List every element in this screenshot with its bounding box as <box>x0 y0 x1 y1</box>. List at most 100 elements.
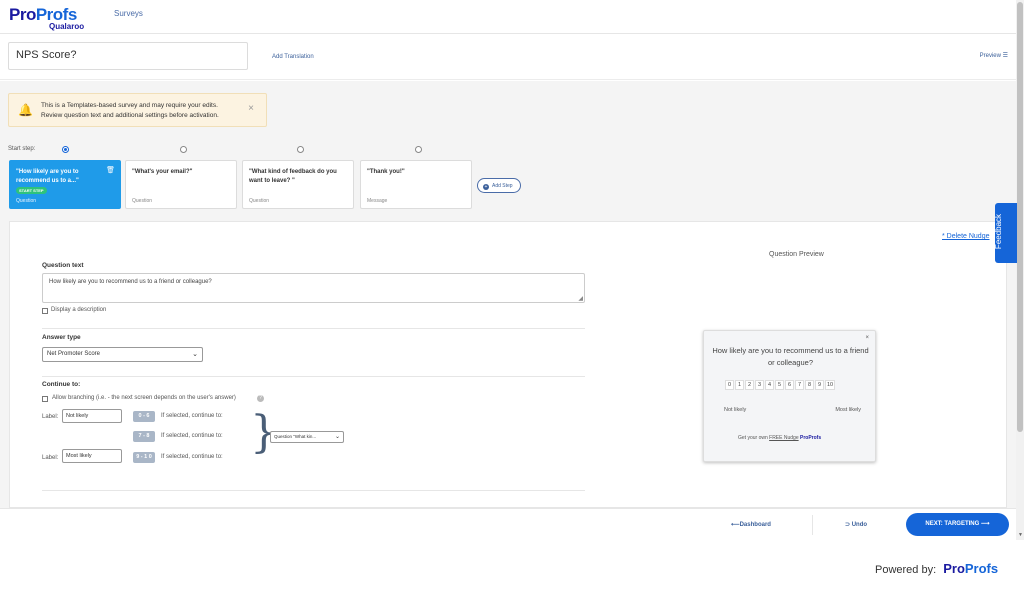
continue-to-label: Continue to: <box>42 381 81 388</box>
step-card-3[interactable]: "What kind of feedback do you want to le… <box>242 160 354 209</box>
bell-icon: 🔔 <box>18 103 33 117</box>
nps-option[interactable]: 3 <box>755 380 764 390</box>
divider <box>42 490 585 491</box>
step-card-1[interactable]: "How likely are you to recommend us to a… <box>9 160 121 209</box>
step-card-title: "What kind of feedback do you want to le… <box>249 169 337 184</box>
nudge-question: How likely are you to recommend us to a … <box>712 346 869 367</box>
start-step-radio-4[interactable] <box>415 146 422 153</box>
close-icon[interactable]: × <box>248 103 254 114</box>
proprofs-logo[interactable]: ProProfs Qualaroo <box>9 5 84 31</box>
start-step-radio-2[interactable] <box>180 146 187 153</box>
trash-icon[interactable]: 🗑 <box>106 166 115 174</box>
nps-option[interactable]: 10 <box>825 380 836 390</box>
delete-nudge-link[interactable]: * Delete Nudge <box>942 233 989 240</box>
nav-surveys[interactable]: Surveys <box>114 9 143 18</box>
scroll-down-icon[interactable]: ▼ <box>1018 532 1023 538</box>
label-low-caption: Label: <box>42 414 59 420</box>
nps-option[interactable]: 9 <box>815 380 824 390</box>
divider <box>812 515 813 535</box>
top-header: ProProfs Qualaroo Surveys <box>0 0 1016 34</box>
nps-option[interactable]: 6 <box>785 380 794 390</box>
step-card-4[interactable]: "Thank you!" Message <box>360 160 472 209</box>
footer-brand: ProProfs <box>800 435 822 441</box>
nps-high-label: Most likely <box>835 407 861 413</box>
start-step-radio-3[interactable] <box>297 146 304 153</box>
step-card-title: "Thank you!" <box>367 169 405 175</box>
next-targeting-button[interactable]: NEXT: TARGETING ⟶ <box>906 513 1009 536</box>
feedback-tab[interactable]: Feedback <box>994 203 1017 263</box>
range-badge-low: 0 - 6 <box>133 411 155 422</box>
add-step-button[interactable]: + Add Step <box>477 178 521 193</box>
continue-to-value: Question "What kin... <box>274 434 317 439</box>
nps-option[interactable]: 0 <box>725 380 734 390</box>
title-row: NPS Score? Add Translation Preview ☰ <box>0 34 1016 80</box>
answer-type-value: Net Promoter Score <box>47 351 101 357</box>
start-step-label: Start step: <box>8 146 36 152</box>
undo-button[interactable]: ⊃ Undo <box>845 521 867 528</box>
continue-to-select[interactable]: Question "What kin... ⌄ <box>270 431 344 443</box>
nps-option[interactable]: 7 <box>795 380 804 390</box>
nps-option[interactable]: 4 <box>765 380 774 390</box>
label-low-input[interactable]: Not likely <box>62 409 122 423</box>
add-step-label: Add Step <box>492 183 513 189</box>
feedback-tab-label: Feedback <box>994 213 1004 250</box>
answer-type-label: Answer type <box>42 334 81 341</box>
warning-line-2: Review question text and additional sett… <box>41 112 219 119</box>
add-translation-link[interactable]: Add Translation <box>272 54 314 60</box>
answer-type-select[interactable]: Net Promoter Score ⌄ <box>42 347 203 362</box>
step-card-type: Question <box>249 198 270 204</box>
label-high-caption: Label: <box>42 455 59 461</box>
logo-pro: Pro <box>9 5 36 24</box>
brand-profs: Profs <box>964 561 999 576</box>
nps-option[interactable]: 5 <box>775 380 784 390</box>
if-selected-text: If selected, continue to: <box>161 413 223 419</box>
question-editor-panel: * Delete Nudge Question text How likely … <box>9 221 1007 508</box>
free-nudge-link[interactable]: FREE Nudge <box>769 435 798 441</box>
step-card-type: Question <box>16 198 37 204</box>
label-high-input[interactable]: Most likely <box>62 449 122 463</box>
nps-option[interactable]: 8 <box>805 380 814 390</box>
range-badge-high: 9 - 1 0 <box>133 452 155 463</box>
powered-by-label: Powered by: <box>875 564 937 576</box>
step-card-title: "What's your email?" <box>132 169 193 175</box>
app-root: ProProfs Qualaroo Surveys ▼ NPS Score? A… <box>0 0 1024 595</box>
logo-qualaroo: Qualaroo <box>49 22 85 31</box>
question-text-value: How likely are you to recommend us to a … <box>49 279 212 285</box>
question-text-input[interactable]: How likely are you to recommend us to a … <box>42 273 585 303</box>
footer-prefix: Get your own <box>738 435 768 441</box>
nudge-footer: Get your own FREE Nudge ProProfs <box>738 435 821 441</box>
chevron-down-icon: ⌄ <box>192 351 198 358</box>
allow-branching-checkbox[interactable] <box>42 396 48 402</box>
nps-option[interactable]: 2 <box>745 380 754 390</box>
divider <box>42 328 585 329</box>
template-warning-banner: 🔔 This is a Templates-based survey and m… <box>8 93 267 127</box>
resize-handle-icon[interactable]: ◢ <box>578 295 583 302</box>
nps-option[interactable]: 1 <box>735 380 744 390</box>
if-selected-text: If selected, continue to: <box>161 433 223 439</box>
bottom-action-bar: ⟵Dashboard ⊃ Undo NEXT: TARGETING ⟶ <box>0 508 1016 540</box>
help-icon[interactable]: ? <box>257 395 264 402</box>
plus-icon: + <box>483 184 489 190</box>
chevron-down-icon: ⌄ <box>334 434 340 440</box>
step-card-title: "How likely are you to recommend us to a… <box>16 169 79 184</box>
powered-by: Powered by: ProProfs <box>875 561 998 576</box>
nps-low-label: Not likely <box>724 407 747 413</box>
preview-link[interactable]: Preview ☰ <box>980 52 1008 59</box>
question-text-label: Question text <box>42 262 84 269</box>
survey-title-input[interactable]: NPS Score? <box>8 42 248 70</box>
page-scrollbar[interactable]: ▼ <box>1016 0 1024 540</box>
dashboard-link[interactable]: ⟵Dashboard <box>731 521 771 528</box>
question-preview-title: Question Preview <box>769 251 824 258</box>
start-step-radio-1[interactable] <box>62 146 69 153</box>
nudge-preview: × How likely are you to recommend us to … <box>703 330 876 462</box>
divider <box>42 376 585 377</box>
scrollbar-thumb[interactable] <box>1017 2 1023 432</box>
step-card-2[interactable]: "What's your email?" Question <box>125 160 237 209</box>
display-description-label: Display a description <box>51 307 107 313</box>
warning-message: This is a Templates-based survey and may… <box>41 101 219 121</box>
powered-by-brand[interactable]: ProProfs <box>943 561 998 576</box>
range-badge-mid: 7 - 8 <box>133 431 155 442</box>
close-icon[interactable]: × <box>865 335 869 341</box>
brand-pro: Pro <box>943 561 965 576</box>
display-description-checkbox[interactable] <box>42 308 48 314</box>
